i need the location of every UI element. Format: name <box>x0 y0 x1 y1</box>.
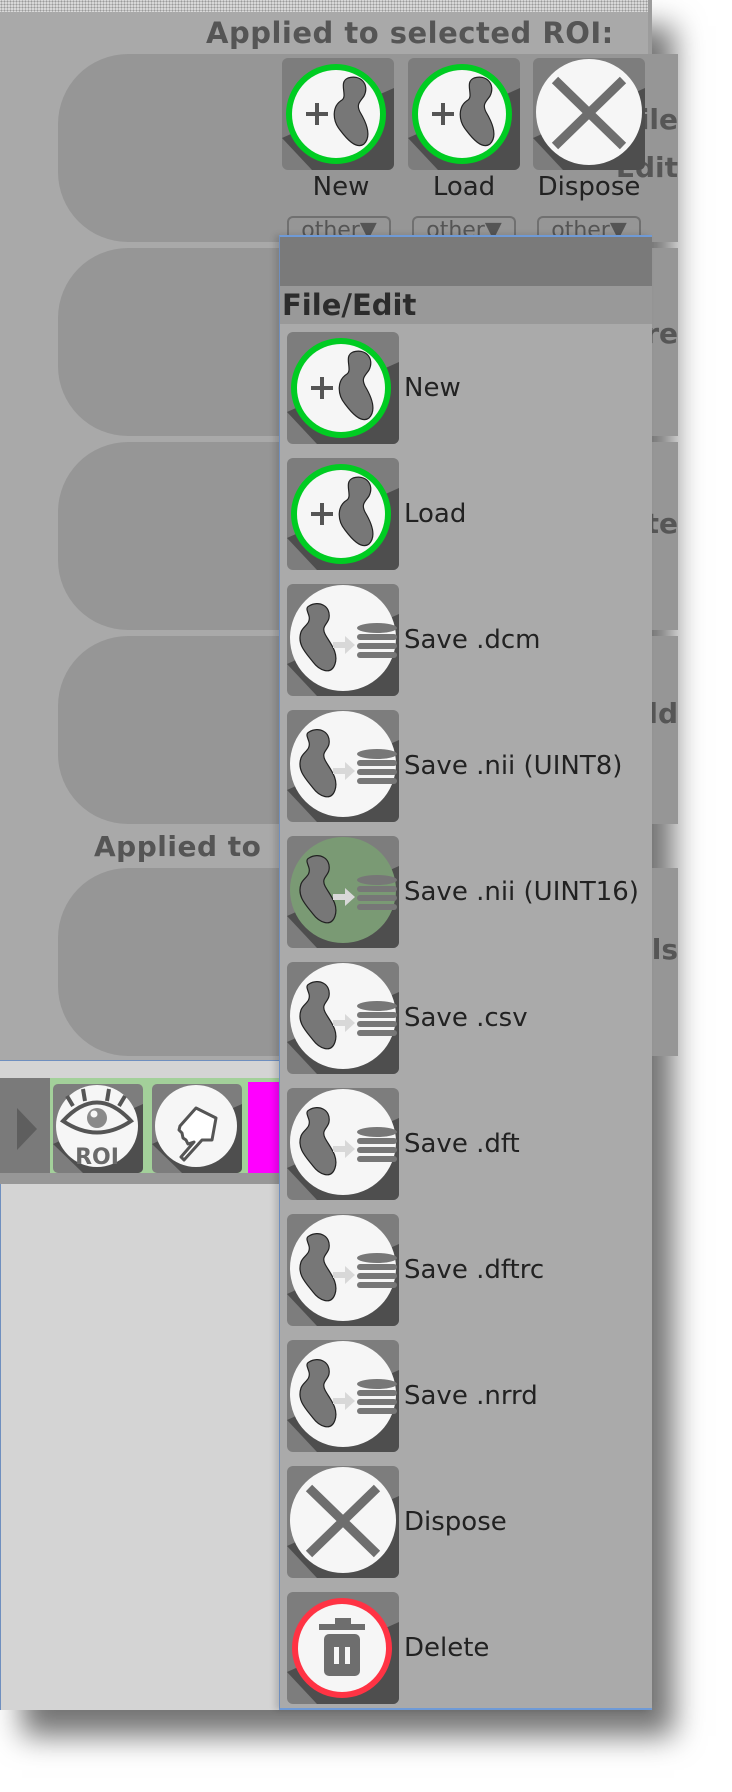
toolbar-spacer <box>0 1061 280 1078</box>
toolbar-expand-handle[interactable] <box>0 1078 50 1173</box>
popup-titlebar <box>280 237 652 286</box>
menu-item-save-nii-uint16[interactable]: Save .nii (UINT16) <box>287 836 647 948</box>
roi-color-swatch[interactable] <box>248 1082 280 1173</box>
menu-item-save-dft[interactable]: Save .dft <box>287 1088 647 1200</box>
new-roi-button[interactable] <box>282 58 394 170</box>
new-roi-icon <box>282 58 394 170</box>
menu-item-label: New <box>404 373 461 403</box>
bottom-toolbar: ROI <box>0 1078 280 1173</box>
save-roi-icon <box>287 584 399 696</box>
menu-item-save-nii-uint8[interactable]: Save .nii (UINT8) <box>287 710 647 822</box>
menu-item-label: Dispose <box>404 1507 507 1537</box>
menu-item-label: Save .nii (UINT16) <box>404 877 639 907</box>
menu-item-label: Save .dcm <box>404 625 541 655</box>
menu-item-save-nrrd[interactable]: Save .nrrd <box>287 1340 647 1452</box>
menu-item-label: Save .dft <box>404 1129 520 1159</box>
menu-item-label: Save .dftrc <box>404 1255 545 1285</box>
popup-section-title: File/Edit <box>280 286 652 324</box>
menu-item-dispose[interactable]: Dispose <box>287 1466 647 1578</box>
delete-icon <box>287 1592 399 1704</box>
save-roi-icon <box>287 962 399 1074</box>
dispose-icon <box>533 58 645 170</box>
roi-button-text: ROI <box>75 1145 119 1170</box>
menu-item-save-dcm[interactable]: Save .dcm <box>287 584 647 696</box>
dispose-label: Dispose <box>537 172 641 202</box>
save-roi-icon <box>287 836 399 948</box>
roi-visibility-button[interactable]: ROI <box>53 1084 143 1173</box>
menu-item-label: Load <box>404 499 467 529</box>
save-roi-icon <box>287 1214 399 1326</box>
pointing-hand-icon <box>152 1085 242 1173</box>
dispose-icon <box>287 1466 399 1578</box>
menu-item-delete[interactable]: Delete <box>287 1592 647 1704</box>
roi-tools-window: Applied to selected ROI: File Edit Measu… <box>0 0 678 1710</box>
file-edit-popup-menu: File/Edit New Load Save .dcm Save .nii (… <box>279 235 652 1710</box>
menu-item-save-csv[interactable]: Save .csv <box>287 962 647 1074</box>
roi-list-area <box>0 1184 280 1710</box>
toolbar-bottom-band <box>0 1173 280 1184</box>
menu-item-label: Save .nrrd <box>404 1381 538 1411</box>
save-roi-icon <box>287 1340 399 1452</box>
menu-item-label: Save .nii (UINT8) <box>404 751 623 781</box>
menu-item-load[interactable]: Load <box>287 458 647 570</box>
new-roi-icon <box>287 332 399 444</box>
save-roi-icon <box>287 710 399 822</box>
new-roi-label: New <box>312 172 370 202</box>
save-roi-icon <box>287 1088 399 1200</box>
heading-applied-to-selected-roi: Applied to selected ROI: <box>206 16 614 50</box>
heading-applied-to-all: Applied to <box>94 830 262 863</box>
title-strip <box>0 0 648 12</box>
eye-roi-icon: ROI <box>53 1085 143 1173</box>
menu-item-label: Delete <box>404 1633 490 1663</box>
load-roi-button[interactable] <box>408 58 520 170</box>
dispose-button[interactable] <box>533 58 645 170</box>
menu-item-new[interactable]: New <box>287 332 647 444</box>
load-roi-icon <box>408 58 520 170</box>
load-roi-icon <box>287 458 399 570</box>
load-roi-label: Load <box>432 172 496 202</box>
pointer-tool-button[interactable] <box>152 1084 242 1173</box>
expand-triangle-icon <box>17 1108 37 1150</box>
menu-item-label: Save .csv <box>404 1003 528 1033</box>
menu-item-save-dftrc[interactable]: Save .dftrc <box>287 1214 647 1326</box>
